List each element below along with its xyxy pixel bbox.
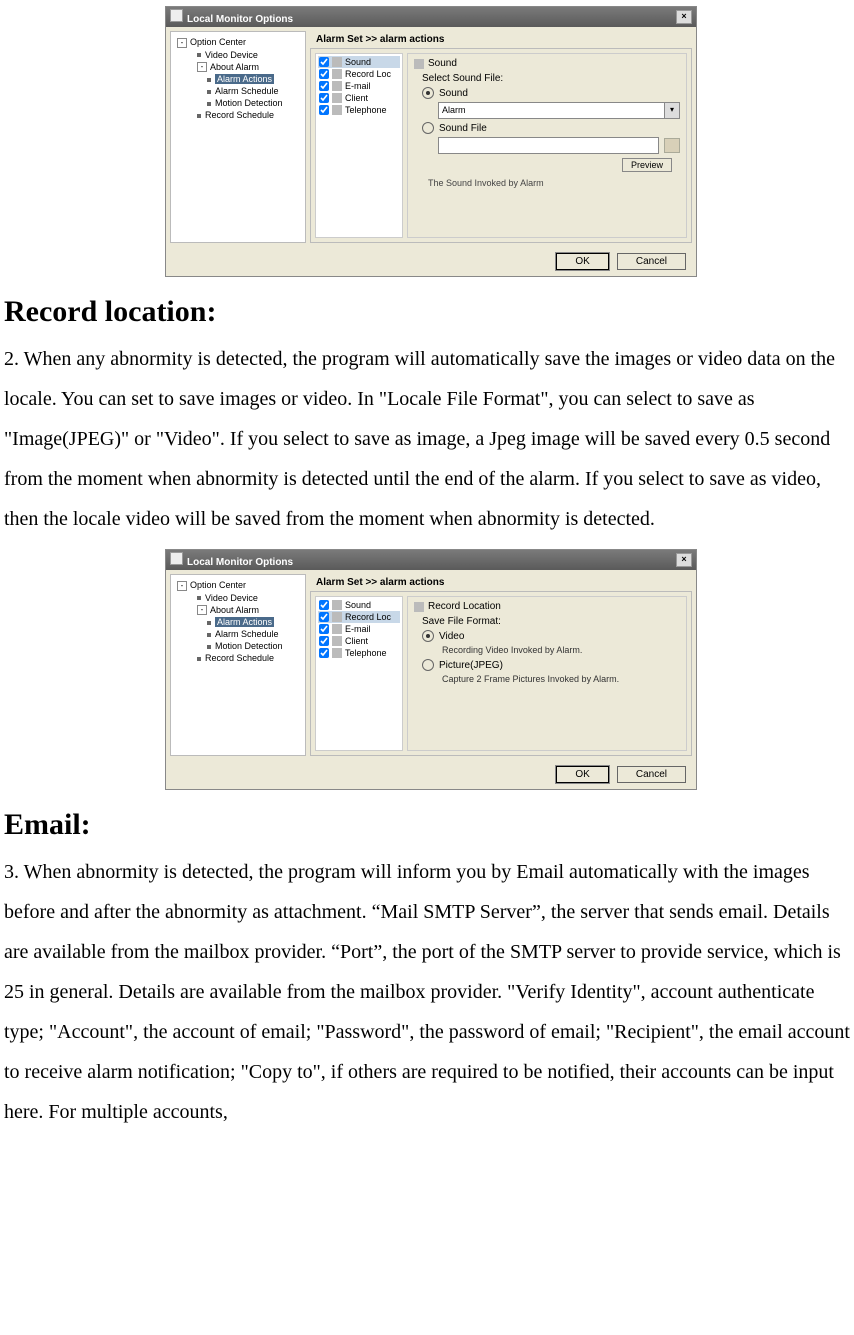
alarm-action-list: Sound Record Loc E-mail Client Telephone [315,596,403,751]
action-telephone[interactable]: Telephone [318,104,400,116]
action-sound-check[interactable] [319,57,329,67]
tree-option-center[interactable]: -Option Center [173,36,303,49]
mail-icon [332,81,342,91]
record-location-panel: Record Location Save File Format: Video … [407,596,687,751]
video-sub-label: Recording Video Invoked by Alarm. [442,645,680,655]
sound-panel: Sound Select Sound File: Sound Alarm▾ So… [407,53,687,238]
sound-file-path-input[interactable] [438,137,659,154]
close-icon[interactable]: × [676,10,692,24]
radio-video[interactable] [422,630,434,642]
window-title: Local Monitor Options [187,14,293,25]
action-telephone-check[interactable] [319,648,329,658]
breadcrumb: Alarm Set >> alarm actions [310,31,692,48]
dialog-local-monitor-options-sound: Local Monitor Options × -Option Center V… [165,6,697,277]
tree-motion-detection[interactable]: Motion Detection [173,97,303,109]
phone-icon [332,648,342,658]
action-telephone-check[interactable] [319,105,329,115]
cancel-button[interactable]: Cancel [617,766,686,783]
action-email[interactable]: E-mail [318,623,400,635]
titlebar[interactable]: Local Monitor Options × [166,7,696,27]
action-record-check[interactable] [319,612,329,622]
tree-record-schedule[interactable]: Record Schedule [173,652,303,664]
action-client-check[interactable] [319,636,329,646]
speaker-icon [332,600,342,610]
action-telephone[interactable]: Telephone [318,647,400,659]
heading-record-location: Record location: [4,295,854,329]
tree-alarm-actions[interactable]: Alarm Actions [173,616,303,628]
mail-icon [332,624,342,634]
tree-about-alarm[interactable]: -About Alarm [173,61,303,74]
options-tree[interactable]: -Option Center Video Device -About Alarm… [170,574,306,756]
tree-alarm-schedule[interactable]: Alarm Schedule [173,85,303,97]
folder-icon [332,612,342,622]
client-icon [332,636,342,646]
chevron-down-icon[interactable]: ▾ [664,103,679,118]
browse-folder-icon[interactable] [664,138,680,153]
tree-option-center[interactable]: -Option Center [173,579,303,592]
heading-email: Email: [4,808,854,842]
dialog-local-monitor-options-record: Local Monitor Options × -Option Center V… [165,549,697,790]
radio-sound[interactable] [422,87,434,99]
tree-video-device[interactable]: Video Device [173,49,303,61]
tree-about-alarm[interactable]: -About Alarm [173,604,303,617]
tree-motion-detection[interactable]: Motion Detection [173,640,303,652]
phone-icon [332,105,342,115]
action-record-location[interactable]: Record Loc [318,68,400,80]
action-record-check[interactable] [319,69,329,79]
action-record-location[interactable]: Record Loc [318,611,400,623]
radio-sound-file-label: Sound File [439,123,487,134]
action-email-check[interactable] [319,81,329,91]
panel-title: Record Location [428,601,501,612]
speaker-icon [414,59,424,69]
radio-video-label: Video [439,631,464,642]
save-file-format-label: Save File Format: [422,616,680,627]
preview-button[interactable]: Preview [622,158,672,172]
folder-icon [332,69,342,79]
radio-picture-label: Picture(JPEG) [439,660,503,671]
tree-video-device[interactable]: Video Device [173,592,303,604]
breadcrumb: Alarm Set >> alarm actions [310,574,692,591]
speaker-icon [332,57,342,67]
radio-sound-label: Sound [439,88,468,99]
action-sound-check[interactable] [319,600,329,610]
action-email[interactable]: E-mail [318,80,400,92]
ok-button[interactable]: OK [556,253,608,270]
alarm-action-list: Sound Record Loc E-mail Client Telephone [315,53,403,238]
sound-hint: The Sound Invoked by Alarm [428,178,680,188]
app-icon [170,9,183,22]
app-icon [170,552,183,565]
action-sound[interactable]: Sound [318,56,400,68]
options-tree[interactable]: -Option Center Video Device -About Alarm… [170,31,306,243]
tree-alarm-actions[interactable]: Alarm Actions [173,73,303,85]
folder-icon [414,602,424,612]
tree-record-schedule[interactable]: Record Schedule [173,109,303,121]
radio-picture[interactable] [422,659,434,671]
radio-sound-file[interactable] [422,122,434,134]
select-sound-file-label: Select Sound File: [422,73,680,84]
tree-alarm-schedule[interactable]: Alarm Schedule [173,628,303,640]
client-icon [332,93,342,103]
action-sound[interactable]: Sound [318,599,400,611]
cancel-button[interactable]: Cancel [617,253,686,270]
action-client[interactable]: Client [318,635,400,647]
titlebar[interactable]: Local Monitor Options × [166,550,696,570]
action-client-check[interactable] [319,93,329,103]
ok-button[interactable]: OK [556,766,608,783]
paragraph-record-location: 2. When any abnormity is detected, the p… [4,339,854,539]
action-email-check[interactable] [319,624,329,634]
action-client[interactable]: Client [318,92,400,104]
panel-title: Sound [428,58,457,69]
sound-select[interactable]: Alarm▾ [438,102,680,119]
picture-sub-label: Capture 2 Frame Pictures Invoked by Alar… [442,674,680,684]
paragraph-email: 3. When abnormity is detected, the progr… [4,852,854,1132]
close-icon[interactable]: × [676,553,692,567]
window-title: Local Monitor Options [187,557,293,568]
